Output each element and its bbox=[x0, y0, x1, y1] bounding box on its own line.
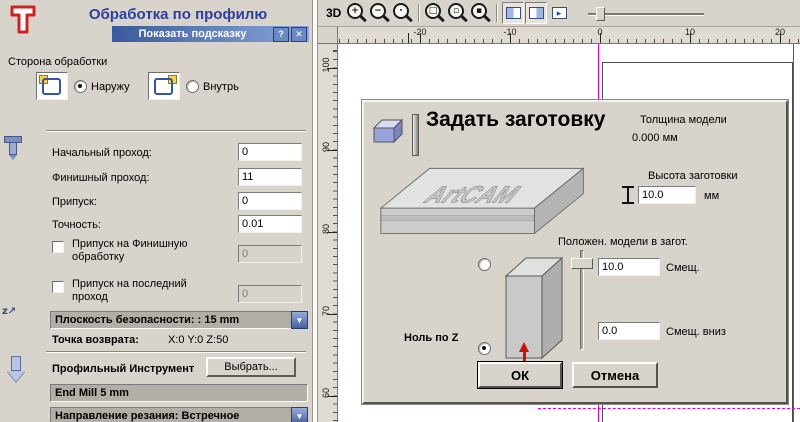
cancel-button[interactable]: Отмена bbox=[572, 362, 658, 388]
blank-block-illustration bbox=[498, 244, 570, 367]
position-slider-handle[interactable] bbox=[571, 258, 593, 269]
model-thickness-value: 0.000 мм bbox=[632, 132, 678, 144]
offset-down-input[interactable] bbox=[598, 322, 660, 340]
toolbar-separator bbox=[496, 4, 498, 22]
finish-pass-label: Финишный проход: bbox=[52, 172, 150, 184]
offset-down-label: Смещ. вниз bbox=[666, 326, 726, 338]
view-slider-handle[interactable] bbox=[596, 7, 605, 21]
swap-view-icon[interactable]: ▸ bbox=[548, 2, 570, 24]
model-position-label: Положен. модели в загот. bbox=[558, 236, 688, 248]
separator bbox=[46, 130, 306, 132]
profile-machining-panel: Обработка по профилю Показать подсказку … bbox=[0, 0, 312, 422]
initial-pass-label: Начальный проход: bbox=[52, 147, 152, 159]
inside-contour-icon bbox=[154, 78, 173, 95]
finish-pass-input[interactable] bbox=[238, 168, 302, 186]
blank-height-label: Высота заготовки bbox=[648, 170, 738, 182]
cut-direction-dropdown-button[interactable]: ▼ bbox=[291, 407, 308, 422]
radio-outside-label: Наружу bbox=[91, 80, 130, 93]
finish-allowance-label: Припуск на Финишную обработку bbox=[72, 238, 188, 263]
radio-inside[interactable]: Внутрь bbox=[186, 80, 239, 93]
zoom-in-icon[interactable]: + bbox=[346, 2, 368, 24]
separator bbox=[46, 351, 306, 353]
lead-in-arrow-icon bbox=[6, 356, 26, 386]
zoom-window-icon[interactable]: ▫ bbox=[447, 2, 469, 24]
height-measure-icon bbox=[622, 186, 634, 204]
finish-allowance-checkbox[interactable] bbox=[52, 241, 64, 253]
hint-label: Показать подсказку bbox=[138, 28, 247, 40]
radio-inside-label: Внутрь bbox=[203, 80, 239, 93]
ok-button[interactable]: ОК bbox=[478, 362, 562, 388]
zoom-previous-icon[interactable]: ∙ bbox=[392, 2, 414, 24]
finish-allowance-input bbox=[238, 245, 302, 263]
selected-tool-name: End Mill 5 mm bbox=[55, 387, 129, 399]
offset-label: Смещ. bbox=[666, 262, 700, 274]
last-pass-allowance-checkbox[interactable] bbox=[52, 281, 64, 293]
hint-header-bar: Показать подсказку ? ✕ bbox=[112, 26, 309, 42]
return-point-icon: z↗ bbox=[2, 306, 17, 317]
blank-height-input[interactable] bbox=[638, 186, 696, 204]
view-toolbar: 3D + − ∙ □ ▫ ▪ ▸ bbox=[318, 0, 800, 27]
guide-line-right bbox=[793, 44, 794, 422]
tolerance-input[interactable] bbox=[238, 215, 302, 233]
choose-tool-button[interactable]: Выбрать... bbox=[206, 357, 296, 377]
blank-height-unit: мм bbox=[704, 190, 720, 202]
offset-input[interactable] bbox=[598, 258, 660, 276]
split-view-right-icon[interactable] bbox=[525, 2, 547, 24]
zoom-object-icon[interactable]: ▪ bbox=[470, 2, 492, 24]
zoom-out-icon[interactable]: − bbox=[369, 2, 391, 24]
toolbar-separator bbox=[418, 4, 420, 22]
zero-bottom-radio[interactable] bbox=[478, 342, 491, 355]
view-slider-track[interactable] bbox=[588, 13, 704, 16]
guide-line-bottom bbox=[538, 408, 800, 409]
app-screen: Обработка по профилю Показать подсказку … bbox=[0, 0, 800, 422]
dialog-title: Задать заготовку bbox=[426, 108, 606, 131]
close-hint-button[interactable]: ✕ bbox=[291, 26, 307, 42]
ruler-corner bbox=[318, 27, 338, 44]
blank-illustration: ArtCAM bbox=[370, 152, 596, 242]
zero-top-radio[interactable] bbox=[478, 258, 491, 271]
model-cube-icon bbox=[370, 116, 406, 149]
selected-tool-bar[interactable]: End Mill 5 mm bbox=[50, 384, 308, 402]
last-pass-allowance-label: Припуск на последний проход bbox=[72, 278, 187, 303]
safety-plane-dropdown-button[interactable]: ▼ bbox=[291, 311, 308, 329]
last-pass-allowance-input bbox=[238, 285, 302, 303]
split-view-left-icon[interactable] bbox=[502, 2, 524, 24]
thickness-pole-icon bbox=[412, 114, 419, 156]
initial-pass-input[interactable] bbox=[238, 143, 302, 161]
cut-direction-select[interactable]: Направление резания: Встречное ▼ bbox=[50, 407, 308, 422]
return-point-value: X:0 Y:0 Z:50 bbox=[168, 334, 229, 346]
safety-plane-value: Плоскость безопасности: : 15 mm bbox=[55, 314, 240, 326]
allowance-label: Припуск: bbox=[52, 196, 97, 208]
radio-inside-circle[interactable] bbox=[186, 80, 199, 93]
help-button[interactable]: ? bbox=[273, 26, 289, 42]
radio-outside-circle[interactable] bbox=[74, 80, 87, 93]
model-thickness-label: Толщина модели bbox=[640, 114, 727, 126]
panel-title: Обработка по профилю bbox=[88, 6, 268, 23]
radio-outside[interactable]: Наружу bbox=[74, 80, 130, 93]
outside-contour-icon bbox=[42, 78, 61, 95]
tolerance-label: Точность: bbox=[52, 219, 101, 231]
machining-side-label: Сторона обработки bbox=[8, 56, 108, 68]
horizontal-ruler: -20 -10 0 10 20 bbox=[338, 27, 800, 44]
safety-plane-select[interactable]: Плоскость безопасности: : 15 mm ▼ bbox=[50, 311, 308, 329]
profile-tool-label: Профильный Инструмент bbox=[52, 363, 195, 375]
zero-position-arrow-icon bbox=[518, 342, 530, 361]
end-mill-icon bbox=[4, 136, 22, 160]
allowance-input[interactable] bbox=[238, 192, 302, 210]
view-mode-label: 3D bbox=[326, 6, 342, 20]
vertical-ruler: 100 90 80 70 60 bbox=[318, 44, 338, 422]
set-blank-dialog: Задать заготовку Толщина модели 0.000 мм… bbox=[362, 100, 788, 404]
inside-icon-button[interactable] bbox=[148, 72, 180, 100]
outside-icon-button[interactable] bbox=[36, 72, 68, 100]
cut-direction-value: Направление резания: Встречное bbox=[55, 410, 240, 422]
zero-z-label: Ноль по Z bbox=[404, 332, 459, 344]
app-logo-icon bbox=[8, 3, 38, 38]
return-point-label: Точка возврата: bbox=[52, 334, 139, 346]
zoom-fit-icon[interactable]: □ bbox=[424, 2, 446, 24]
